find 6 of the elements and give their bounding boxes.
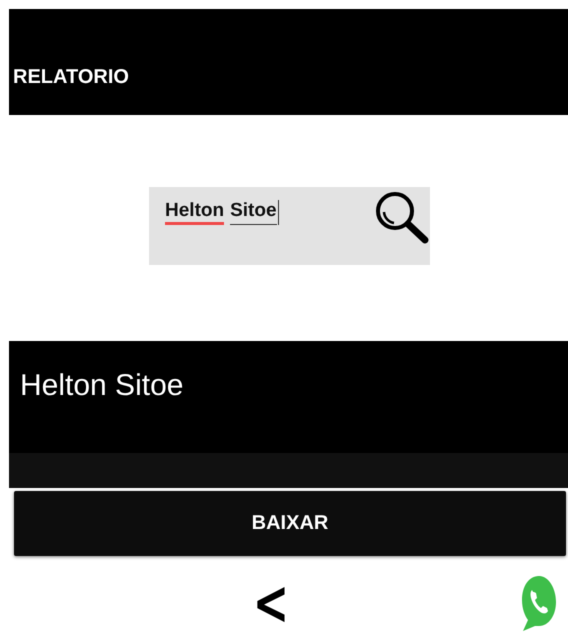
result-name: Helton Sitoe (20, 369, 184, 403)
search-value: Helton Sitoe (165, 200, 279, 225)
back-button[interactable]: < (252, 574, 290, 632)
search-field[interactable]: Helton Sitoe (149, 187, 430, 265)
download-button[interactable]: BAIXAR (14, 491, 566, 556)
page-title: RELATORIO (13, 66, 129, 88)
